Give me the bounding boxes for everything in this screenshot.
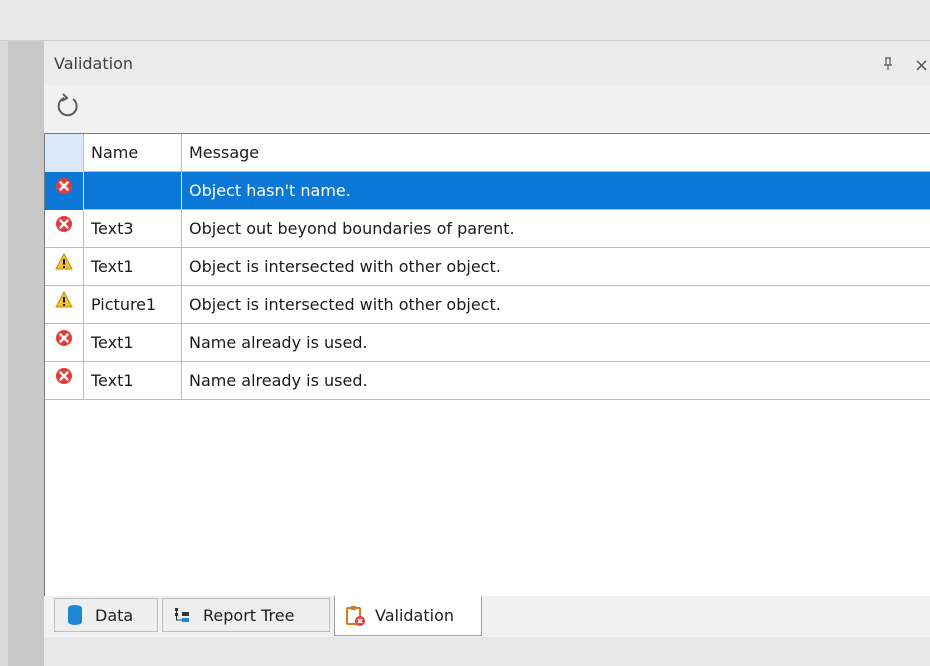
table-row[interactable]: Text3 Object out beyond boundaries of par… — [45, 210, 930, 248]
table-row[interactable]: Text1 Name already is used. — [45, 324, 930, 362]
name-cell: Text1 — [84, 362, 182, 400]
report-tree-icon — [171, 603, 195, 627]
database-icon — [63, 603, 87, 627]
table-row[interactable]: Text1 Object is intersected with other ob… — [45, 248, 930, 286]
left-panel-strip — [8, 41, 44, 666]
bottom-tabs: Data Report Tree Validation — [44, 596, 930, 636]
error-icon — [54, 324, 74, 362]
status-cell — [45, 172, 84, 210]
name-cell: Text1 — [84, 248, 182, 286]
refresh-icon — [55, 91, 83, 123]
header-icon-cell — [45, 134, 84, 172]
name-cell — [84, 172, 182, 210]
message-cell: Object out beyond boundaries of parent. — [189, 219, 515, 238]
validation-panel: Validation × Name Message Object hasn't … — [44, 41, 930, 666]
status-cell — [45, 362, 84, 400]
tab-label: Data — [95, 605, 134, 625]
tab-validation[interactable]: Validation — [334, 596, 482, 636]
message-cell: Name already is used. — [189, 371, 368, 390]
message-cell: Object is intersected with other object. — [189, 295, 501, 314]
table-row[interactable]: Text1 Name already is used. — [45, 362, 930, 400]
toolbar — [44, 85, 930, 133]
status-cell — [45, 210, 84, 248]
error-icon — [54, 172, 74, 210]
table-row[interactable]: Object hasn't name. — [45, 172, 930, 210]
name-cell: Text3 — [84, 210, 182, 248]
column-header-name[interactable]: Name — [84, 134, 182, 172]
validation-icon — [343, 604, 367, 628]
error-icon — [54, 210, 74, 248]
top-strip — [0, 0, 930, 41]
table-row[interactable]: Picture1 Object is intersected with other… — [45, 286, 930, 324]
refresh-button[interactable] — [52, 90, 86, 124]
tab-data[interactable]: Data — [54, 598, 158, 632]
name-cell: Picture1 — [84, 286, 182, 324]
grid-header-row: Name Message — [45, 134, 930, 172]
tab-report-tree[interactable]: Report Tree — [162, 598, 330, 632]
message-cell: Name already is used. — [189, 333, 368, 352]
warning-icon — [54, 248, 74, 286]
warning-icon — [54, 286, 74, 324]
pin-icon[interactable] — [880, 56, 896, 72]
close-icon[interactable]: × — [914, 55, 929, 76]
column-header-message[interactable]: Message — [182, 134, 930, 172]
tab-label: Report Tree — [203, 605, 295, 625]
message-cell: Object is intersected with other object. — [189, 257, 501, 276]
validation-grid: Name Message Object hasn't name. Text3 Obj… — [44, 133, 930, 605]
grid-empty-area — [45, 400, 930, 604]
status-cell — [45, 324, 84, 362]
panel-title: Validation — [54, 54, 134, 73]
error-icon — [54, 362, 74, 400]
status-cell — [45, 286, 84, 324]
left-gutter — [0, 41, 8, 666]
message-cell: Object hasn't name. — [189, 181, 351, 200]
name-cell: Text1 — [84, 324, 182, 362]
bottom-strip — [44, 637, 930, 666]
status-cell — [45, 248, 84, 286]
panel-header: Validation × — [44, 41, 930, 85]
tab-label: Validation — [375, 606, 455, 625]
